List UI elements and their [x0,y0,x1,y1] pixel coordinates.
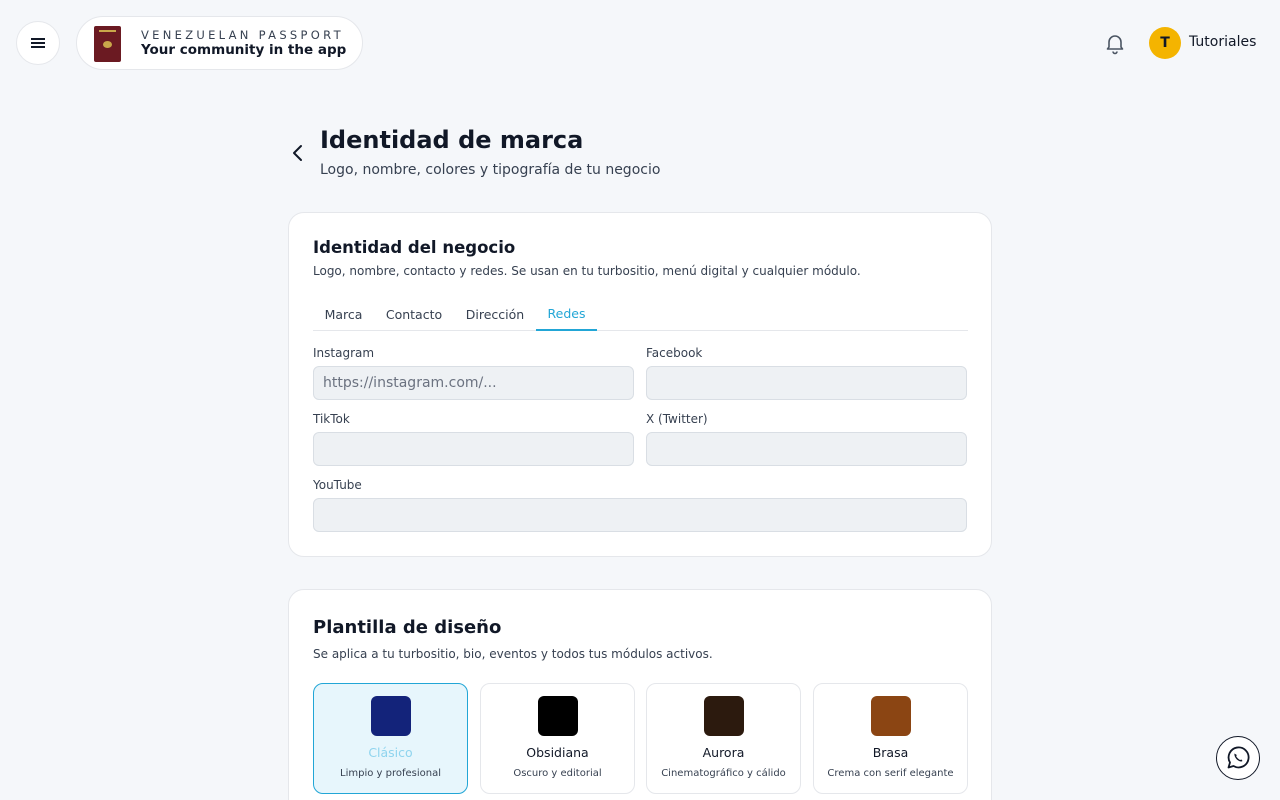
card-title: Plantilla de diseño [313,617,502,638]
card-description: Se aplica a tu turbositio, bio, eventos … [313,647,713,661]
tab-marca[interactable]: Marca [313,297,374,331]
whatsapp-icon [1227,746,1250,769]
tab-bar: Marca Contacto Dirección Redes [313,297,968,331]
brand-tagline: Your community in the app [141,42,347,58]
facebook-label: Facebook [646,346,703,360]
menu-button[interactable] [16,21,60,65]
twitter-label: X (Twitter) [646,412,708,426]
business-identity-card: Identidad del negocio Logo, nombre, cont… [288,212,992,557]
avatar[interactable]: T [1149,27,1181,59]
card-title: Identidad del negocio [313,238,516,257]
template-option-clasico[interactable]: Clásico Limpio y profesional [313,683,468,794]
passport-logo [94,26,121,62]
back-arrow-icon[interactable] [286,141,310,165]
brand-pill[interactable]: VENEZUELAN PASSPORT Your community in th… [76,16,363,70]
template-option-brasa[interactable]: Brasa Crema con serif elegante [813,683,968,794]
youtube-label: YouTube [313,478,362,492]
template-name: Brasa [872,745,909,760]
template-option-aurora[interactable]: Aurora Cinematográfico y cálido [646,683,801,794]
template-swatch [871,696,911,736]
twitter-input[interactable] [646,432,967,466]
template-name: Obsidiana [526,745,589,760]
design-template-card: Plantilla de diseño Se aplica a tu turbo… [288,589,992,800]
template-name: Clásico [368,745,413,760]
tab-direccion[interactable]: Dirección [454,297,536,331]
tab-redes[interactable]: Redes [536,297,597,331]
top-bar: VENEZUELAN PASSPORT Your community in th… [0,0,1280,86]
whatsapp-button[interactable] [1216,736,1260,780]
template-description: Oscuro y editorial [513,768,602,779]
tab-contacto[interactable]: Contacto [374,297,454,331]
tiktok-input[interactable] [313,432,634,466]
template-description: Limpio y profesional [340,768,441,779]
template-name: Aurora [702,745,745,760]
template-option-obsidiana[interactable]: Obsidiana Oscuro y editorial [480,683,635,794]
tiktok-label: TikTok [313,412,350,426]
facebook-input[interactable] [646,366,967,400]
template-swatch [704,696,744,736]
menu-icon [31,42,45,44]
user-menu-label[interactable]: Tutoriales [1189,34,1256,50]
brand-name: VENEZUELAN PASSPORT [141,28,344,42]
card-description: Logo, nombre, contacto y redes. Se usan … [313,264,861,278]
page-title: Identidad de marca [320,126,584,154]
template-description: Crema con serif elegante [827,768,954,779]
template-swatch [538,696,578,736]
instagram-input[interactable] [313,366,634,400]
youtube-input[interactable] [313,498,967,532]
instagram-label: Instagram [313,346,375,360]
bell-icon[interactable] [1103,31,1127,55]
template-swatch [371,696,411,736]
page-subtitle: Logo, nombre, colores y tipografía de tu… [320,162,661,178]
template-description: Cinematográfico y cálido [661,768,786,779]
